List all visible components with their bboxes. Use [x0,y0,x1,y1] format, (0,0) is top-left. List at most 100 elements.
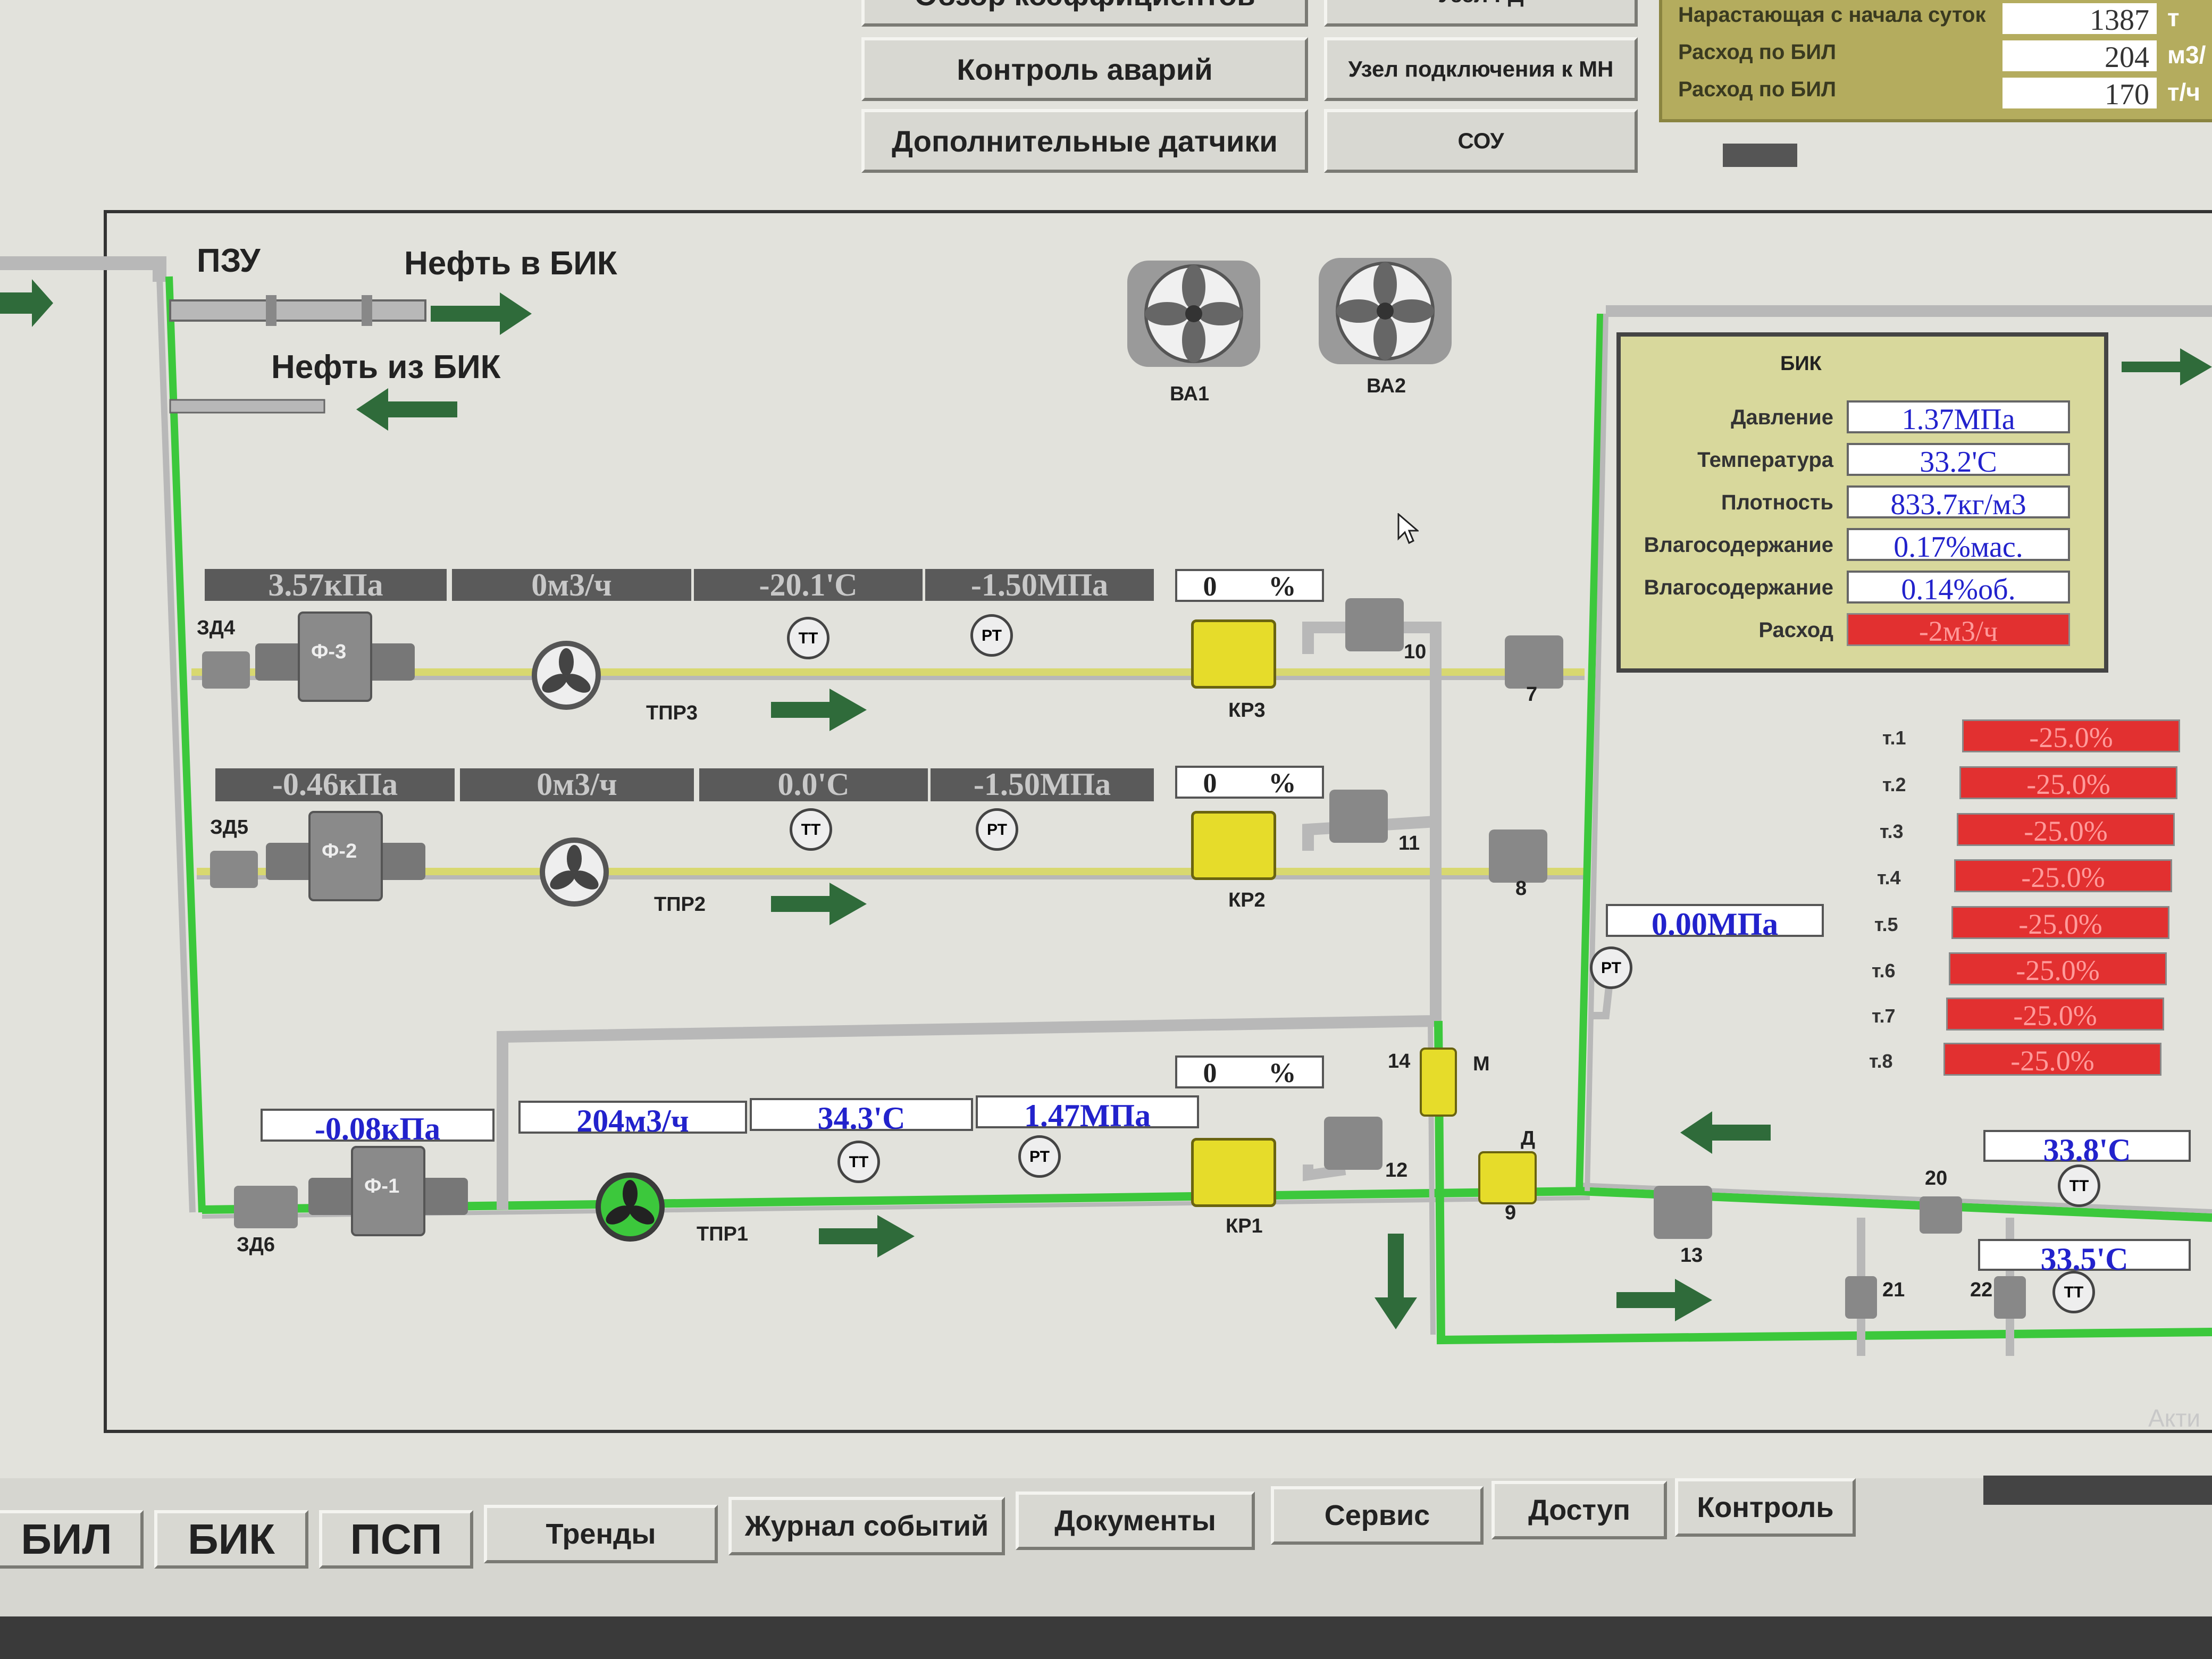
bik-water-mass-label: Влагосодержание [1644,533,1833,557]
temp-right-value-2: 33.5'С [1978,1239,2191,1277]
sensor-value: -25.0% [1954,859,2172,893]
line1-tt-sensor[interactable]: ТТ [837,1141,880,1183]
bik-density-value: 833.7кг/м3 [1847,485,2070,521]
line3-valve-10-label: 10 [1404,641,1427,663]
line1-filter-label: Ф-1 [364,1175,400,1197]
bik-flow-value: -2м3/ч [1847,613,2070,647]
line3-temp-value: -20.1'С [694,569,923,601]
line1-dp-value: -0.08кПа [261,1109,495,1146]
line3-tt-sensor[interactable]: ТТ [787,617,830,659]
valve-14-m-label: М [1473,1053,1490,1075]
line2-temp-value: 0.0'С [699,768,928,801]
sensor-value: -25.0% [1951,906,2169,940]
fan-va2-label: ВА2 [1367,375,1406,397]
valve-20[interactable] [1920,1196,1962,1234]
valve-9-d-label: Д [1521,1127,1536,1150]
valve-14[interactable] [1420,1048,1457,1117]
line3-inlet-valve-label: ЗД4 [197,617,236,639]
fan-va1[interactable] [1127,261,1260,367]
line2-flowmeter[interactable] [540,837,609,907]
nav-events-button[interactable]: Журнал событий [728,1497,1005,1555]
nav-trends-button[interactable]: Тренды [484,1505,718,1563]
line3-valve-percent-value: 0 [1203,572,1217,602]
sensor-value: -25.0% [1962,719,2180,753]
line3-valve-7[interactable] [1505,635,1563,689]
sensor-value: -25.0% [1957,813,2175,847]
sensor-label: т.4 [1877,867,1901,889]
line2-pt-sensor[interactable]: РТ [976,808,1018,851]
line2-inlet-valve[interactable] [210,851,258,888]
nav-bil-button[interactable]: БИЛ [0,1510,144,1569]
valve-13[interactable] [1654,1186,1712,1239]
line1-inlet-valve[interactable] [234,1186,298,1228]
line1-flow-value: 204м3/ч [518,1101,747,1138]
sensor-label: т.7 [1872,1005,1896,1027]
line2-regulator-valve[interactable] [1191,811,1276,880]
line3-flowmeter[interactable] [532,641,601,710]
line1-flowmeter-label: ТПР1 [697,1223,749,1245]
line1-valve-9[interactable] [1478,1151,1537,1204]
valve-22-label: 22 [1970,1279,1993,1301]
mouse-cursor-icon [1397,513,1419,544]
sensor-list: т.1 -25.0% т.2 -25.0% т.3 -25.0% т.4 -25… [1869,715,2191,1087]
line3-inlet-valve[interactable] [202,651,250,689]
bik-water-volume-value: 0.14%об. [1847,571,2070,606]
pt-right-sensor[interactable]: РТ [1590,946,1632,989]
valve-14-label: 14 [1388,1050,1411,1073]
fan-icon [1336,262,1435,361]
bik-density-label: Плотность [1721,491,1833,514]
sensor-label: т.2 [1882,774,1906,795]
sensor-value: -25.0% [1949,952,2167,986]
nav-access-button[interactable]: Доступ [1492,1481,1667,1539]
line2-flow-value: 0м3/ч [460,768,694,801]
line2-tt-sensor[interactable]: ТТ [790,808,832,851]
nav-service-button[interactable]: Сервис [1271,1486,1484,1545]
bik-flow-label: Расход [1758,618,1833,642]
bik-title: БИК [1780,353,1822,375]
line3-regulator-valve[interactable] [1191,619,1276,689]
sensor-label: т.8 [1869,1050,1893,1072]
tt-right-sensor-2[interactable]: ТТ [2052,1271,2095,1313]
line1-regulator-label: КР1 [1226,1215,1263,1237]
valve-21[interactable] [1845,1276,1877,1319]
bik-temperature-label: Температура [1697,448,1833,472]
line1-valve-12-label: 12 [1385,1159,1408,1182]
line1-valve-12[interactable] [1324,1117,1382,1170]
line3-flowmeter-label: ТПР3 [646,702,698,724]
valve-13-label: 13 [1680,1244,1703,1267]
sensor-value: -25.0% [1959,766,2177,800]
nav-documents-button[interactable]: Документы [1016,1492,1255,1550]
fan-va2[interactable] [1319,258,1452,364]
valve-22[interactable] [1994,1276,2026,1319]
sensor-value: -25.0% [1943,1043,2161,1077]
pressure-right-value: 0.00МПа [1606,904,1824,942]
line3-valve-10[interactable] [1345,598,1404,651]
line2-valve-8[interactable] [1489,830,1547,883]
line1-flowmeter[interactable] [596,1172,665,1242]
line1-regulator-valve[interactable] [1191,1138,1276,1207]
nav-bik-button[interactable]: БИК [154,1510,308,1569]
line2-valve-11[interactable] [1329,790,1388,843]
bik-water-volume-label: Влагосодержание [1644,576,1833,599]
line1-pt-sensor[interactable]: РТ [1018,1135,1061,1178]
line2-pressure-value: -1.50МПа [931,768,1154,801]
bik-pressure-value: 1.37МПа [1847,400,2070,436]
line1-valve-percent: 0% [1175,1055,1324,1088]
line3-pt-sensor[interactable]: РТ [970,614,1013,657]
nav-control-button[interactable]: Контроль [1675,1478,1856,1537]
line3-valve-7-label: 7 [1526,683,1538,706]
sensor-value: -25.0% [1946,998,2164,1032]
line2-valve-percent-value: 0 [1203,768,1217,799]
line1-pressure-value: 1.47МПа [976,1095,1199,1133]
line1-inlet-valve-label: ЗД6 [237,1234,275,1256]
line2-filter[interactable]: Ф-2 [266,811,425,901]
line2-flowmeter-label: ТПР2 [654,893,706,916]
line3-filter-label: Ф-3 [311,641,347,663]
line1-valve-percent-value: 0 [1203,1058,1217,1088]
line3-dp-value: 3.57кПа [205,569,447,601]
line1-filter[interactable]: Ф-1 [308,1146,468,1236]
nav-psp-button[interactable]: ПСП [319,1510,473,1569]
line3-filter[interactable]: Ф-3 [255,611,415,702]
line2-regulator-label: КР2 [1228,889,1266,911]
tt-right-sensor-1[interactable]: ТТ [2058,1164,2100,1207]
